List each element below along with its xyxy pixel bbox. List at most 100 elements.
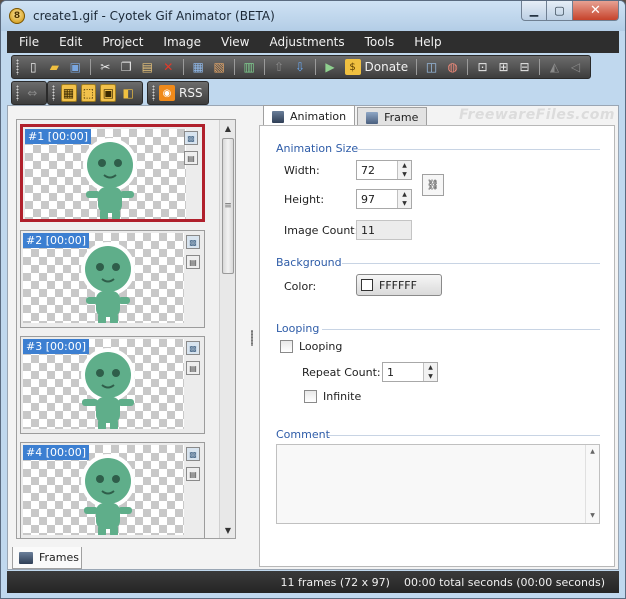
frame-transparency-icon[interactable]: ▩ xyxy=(186,447,200,461)
frame-card[interactable]: #3 [00:00] ▩ ▤ xyxy=(20,336,205,434)
looping-checkbox[interactable]: Looping xyxy=(280,340,342,353)
split-view-icon[interactable]: ⇔ xyxy=(25,84,40,102)
save-icon[interactable]: ▣ xyxy=(67,58,84,76)
move-up-icon[interactable]: ⇧ xyxy=(271,58,288,76)
scroll-down-icon[interactable]: ▼ xyxy=(220,522,235,538)
display-toolbar: ▦ ⬚ ▣ ◧ xyxy=(47,81,143,105)
minimize-button[interactable]: ▁ xyxy=(521,1,547,21)
frame-thumbnail[interactable]: #2 [00:00] xyxy=(23,233,184,323)
frame-label: #2 [00:00] xyxy=(23,233,89,248)
frame-properties-icon[interactable]: ▤ xyxy=(186,255,200,269)
menu-image[interactable]: Image xyxy=(163,35,201,49)
show-border-icon[interactable]: ⬚ xyxy=(80,84,97,102)
step-up-icon[interactable]: ▲ xyxy=(424,363,437,372)
frame-transparency-icon[interactable]: ▩ xyxy=(186,235,200,249)
step-up-icon[interactable]: ▲ xyxy=(398,161,411,170)
toolbar-grip[interactable] xyxy=(152,85,155,101)
menu-edit[interactable]: Edit xyxy=(59,35,82,49)
menu-view[interactable]: View xyxy=(221,35,249,49)
palette-icon[interactable]: ◍ xyxy=(444,58,461,76)
optimize-icon[interactable]: ⊟ xyxy=(516,58,533,76)
resize-icon[interactable]: ◫ xyxy=(423,58,440,76)
crop-icon[interactable]: ⊡ xyxy=(474,58,491,76)
menu-file[interactable]: File xyxy=(19,35,39,49)
frames-panel: #1 [00:00] ▩ ▤ #2 [00:00] ▩ ▤ #3 [00:00]… xyxy=(16,119,236,539)
frame-transparency-icon[interactable]: ▩ xyxy=(184,131,198,145)
step-down-icon[interactable]: ▼ xyxy=(398,170,411,179)
tab-frame[interactable]: Frame xyxy=(357,107,428,127)
paste-icon[interactable]: ▤ xyxy=(139,58,156,76)
maximize-button[interactable]: ▢ xyxy=(547,1,573,21)
infinite-checkbox[interactable]: Infinite xyxy=(304,390,361,403)
repeat-count-input[interactable]: 1 ▲ ▼ xyxy=(382,362,438,382)
section-divider xyxy=(328,435,600,436)
show-background-icon[interactable]: ◧ xyxy=(120,84,136,102)
panel-splitter[interactable] xyxy=(249,105,255,570)
step-down-icon[interactable]: ▼ xyxy=(398,199,411,208)
add-frame-icon[interactable]: ▦ xyxy=(190,58,207,76)
step-down-icon[interactable]: ▼ xyxy=(424,372,437,381)
looping-checkbox-box[interactable] xyxy=(280,340,293,353)
donate-button[interactable]: $ Donate xyxy=(341,58,413,76)
comment-textarea[interactable]: ▲ ▼ xyxy=(276,444,600,524)
menu-project[interactable]: Project xyxy=(102,35,143,49)
maximize-icon: ▢ xyxy=(554,4,565,17)
frames-scrollbar[interactable]: ▲ ≡ ▼ xyxy=(219,120,235,538)
frame-thumbnail[interactable]: #4 [00:00] xyxy=(23,445,184,535)
frame-transparency-icon[interactable]: ▩ xyxy=(186,341,200,355)
animation-tab-body: Animation Size Width: 72 ▲ ▼ Height: 97 ▲… xyxy=(259,125,615,567)
title-bar[interactable]: 8 create1.gif - Cyotek Gif Animator (BET… xyxy=(1,1,625,31)
height-stepper[interactable]: ▲ ▼ xyxy=(397,190,411,208)
repeat-count-value: 1 xyxy=(387,366,394,379)
frame-properties-icon[interactable]: ▤ xyxy=(184,151,198,165)
frame-tab-icon xyxy=(366,111,379,124)
duplicate-frame-icon[interactable]: ▧ xyxy=(211,58,228,76)
menu-adjustments[interactable]: Adjustments xyxy=(269,35,344,49)
step-up-icon[interactable]: ▲ xyxy=(398,190,411,199)
height-value: 97 xyxy=(361,193,375,206)
frame-thumbnail[interactable]: #1 [00:00] xyxy=(25,129,186,219)
rotate-icon[interactable]: ◁ xyxy=(567,58,584,76)
repeat-count-stepper[interactable]: ▲ ▼ xyxy=(423,363,437,381)
scroll-up-icon[interactable]: ▲ xyxy=(586,445,599,459)
menu-help[interactable]: Help xyxy=(414,35,441,49)
move-down-icon[interactable]: ⇩ xyxy=(292,58,309,76)
show-grid-icon[interactable]: ▦ xyxy=(60,84,77,102)
window-title: create1.gif - Cyotek Gif Animator (BETA) xyxy=(33,9,275,23)
frames-tab[interactable]: Frames xyxy=(12,547,82,569)
frame-actions: ▩ ▤ xyxy=(184,131,200,171)
import-frame-icon[interactable]: ▥ xyxy=(241,58,258,76)
play-icon[interactable]: ▶ xyxy=(322,58,339,76)
menu-tools[interactable]: Tools xyxy=(365,35,395,49)
frame-card[interactable]: #4 [00:00] ▩ ▤ xyxy=(20,442,205,538)
lock-aspect-button[interactable]: ⛓ xyxy=(422,174,444,196)
flip-icon[interactable]: ◭ xyxy=(546,58,563,76)
infinite-checkbox-box[interactable] xyxy=(304,390,317,403)
width-stepper[interactable]: ▲ ▼ xyxy=(397,161,411,179)
open-folder-icon[interactable]: ▰ xyxy=(46,58,63,76)
toolbar-grip[interactable] xyxy=(52,85,55,101)
frame-card[interactable]: #2 [00:00] ▩ ▤ xyxy=(20,230,205,328)
scroll-thumb[interactable]: ≡ xyxy=(222,138,234,274)
new-file-icon[interactable]: ▯ xyxy=(25,58,42,76)
comment-scrollbar[interactable]: ▲ ▼ xyxy=(585,445,599,523)
cut-icon[interactable]: ✂ xyxy=(97,58,114,76)
canvas-icon[interactable]: ⊞ xyxy=(495,58,512,76)
frame-thumbnail[interactable]: #3 [00:00] xyxy=(23,339,184,429)
delete-icon[interactable]: ✕ xyxy=(160,58,177,76)
tab-animation[interactable]: Animation xyxy=(263,105,356,127)
show-transparency-icon[interactable]: ▣ xyxy=(100,84,117,102)
copy-icon[interactable]: ❐ xyxy=(118,58,135,76)
toolbar-grip[interactable] xyxy=(16,85,19,101)
background-color-button[interactable]: FFFFFF xyxy=(356,274,442,296)
toolbar-grip[interactable] xyxy=(16,59,19,75)
scroll-down-icon[interactable]: ▼ xyxy=(586,509,599,523)
close-button[interactable]: ✕ xyxy=(573,1,619,21)
frame-properties-icon[interactable]: ▤ xyxy=(186,467,200,481)
frame-card[interactable]: #1 [00:00] ▩ ▤ xyxy=(20,124,205,222)
rss-button[interactable]: ◉ RSS xyxy=(159,84,203,102)
width-input[interactable]: 72 ▲ ▼ xyxy=(356,160,412,180)
frame-properties-icon[interactable]: ▤ xyxy=(186,361,200,375)
height-input[interactable]: 97 ▲ ▼ xyxy=(356,189,412,209)
scroll-up-icon[interactable]: ▲ xyxy=(220,120,235,136)
